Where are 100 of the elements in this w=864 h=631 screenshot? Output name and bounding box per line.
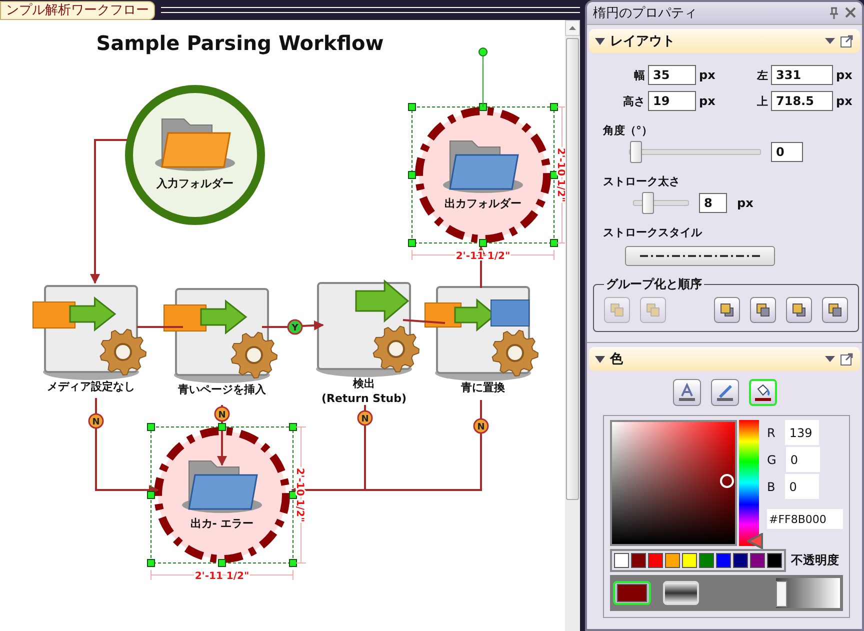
- input-field[interactable]: 331: [771, 65, 833, 85]
- color-target-button[interactable]: [748, 379, 776, 406]
- layers-icon: [827, 302, 843, 318]
- paint-bucket-icon: [752, 382, 772, 402]
- dropdown-icon[interactable]: [825, 356, 835, 362]
- document-tab[interactable]: ンプル解析ワークフロー: [0, 0, 155, 20]
- branch-badge: N: [88, 413, 104, 429]
- slider-thumb[interactable]: [776, 581, 787, 607]
- pin-icon[interactable]: [829, 7, 839, 19]
- saturation-field[interactable]: [610, 420, 737, 546]
- color-swatch[interactable]: [716, 553, 731, 568]
- resize-handle[interactable]: [408, 239, 416, 247]
- resize-handle[interactable]: [550, 239, 558, 247]
- branch-badge: N: [473, 418, 489, 434]
- gradient-fill-button[interactable]: [663, 581, 699, 605]
- unit-label: px: [699, 94, 716, 108]
- angle-label: 角度（°）: [603, 123, 654, 138]
- resize-handle[interactable]: [479, 239, 487, 247]
- arrange-button[interactable]: [822, 297, 848, 323]
- folder-icon: [443, 140, 523, 193]
- resize-handle[interactable]: [289, 559, 297, 567]
- stroke-style-button[interactable]: [625, 246, 775, 266]
- rotate-handle[interactable]: [478, 48, 488, 108]
- stroke-width-label: ストローク太さ: [603, 174, 681, 189]
- scroll-thumb[interactable]: [566, 38, 579, 500]
- vertical-scrollbar[interactable]: [565, 20, 580, 631]
- resize-handle[interactable]: [550, 171, 558, 179]
- color-swatch[interactable]: [733, 553, 748, 568]
- color-swatch[interactable]: [750, 553, 765, 568]
- scroll-up-icon[interactable]: [569, 26, 576, 30]
- connector-line: [302, 320, 324, 330]
- slider-thumb[interactable]: [630, 141, 642, 163]
- process-node-drawing[interactable]: [424, 286, 539, 381]
- resize-handle[interactable]: [218, 559, 226, 567]
- color-swatch[interactable]: [648, 553, 663, 568]
- resize-handle[interactable]: [147, 559, 155, 567]
- collapse-icon[interactable]: [595, 36, 605, 46]
- resize-handle[interactable]: [479, 103, 487, 111]
- node-label: 入力フォルダー: [156, 177, 234, 190]
- color-marker[interactable]: [720, 474, 734, 488]
- panel-title: 楕円のプロパティ: [593, 5, 698, 22]
- resize-handle[interactable]: [289, 491, 297, 499]
- color-target-button[interactable]: [672, 379, 700, 406]
- width-dimension: 2'-11 1/2": [456, 251, 510, 262]
- process-node-drawing[interactable]: [316, 279, 420, 377]
- solid-fill-button[interactable]: [613, 581, 651, 605]
- height-dimension: 2'-10 1/2": [294, 468, 305, 522]
- section-header[interactable]: 色: [589, 347, 860, 371]
- arrange-button[interactable]: [786, 297, 812, 323]
- node-label: 検出: [353, 377, 375, 390]
- process-node-drawing[interactable]: [164, 288, 278, 383]
- resize-handle[interactable]: [147, 423, 155, 431]
- color-swatch[interactable]: [614, 553, 629, 568]
- branch-badge: Y: [287, 319, 303, 335]
- input-field[interactable]: 0: [786, 447, 820, 472]
- input-field[interactable]: 8: [699, 193, 727, 213]
- input-field[interactable]: 0: [785, 474, 820, 499]
- node-label: メディア設定なし: [47, 380, 135, 393]
- color-swatch[interactable]: [631, 553, 646, 568]
- connector-line: [137, 326, 183, 328]
- section-header[interactable]: レイアウト: [589, 29, 860, 53]
- collapse-icon[interactable]: [595, 354, 605, 364]
- unit-label: px: [699, 68, 716, 82]
- input-field[interactable]: 35: [648, 65, 696, 85]
- color-swatch[interactable]: [682, 553, 697, 568]
- color-swatch[interactable]: [767, 553, 782, 568]
- input-field[interactable]: 19: [648, 91, 696, 111]
- field-label: 幅: [633, 68, 645, 82]
- hex-field[interactable]: #FF8B000: [767, 509, 843, 529]
- input-field[interactable]: 0: [771, 142, 803, 162]
- process-node-drawing[interactable]: [32, 285, 147, 380]
- opacity-slider[interactable]: [776, 578, 840, 608]
- color-target-button[interactable]: [710, 379, 738, 406]
- popout-icon[interactable]: [840, 34, 854, 48]
- resize-handle[interactable]: [408, 103, 416, 111]
- input-field[interactable]: 718.5: [771, 91, 833, 111]
- layers-icon: [719, 302, 735, 318]
- resize-handle[interactable]: [289, 423, 297, 431]
- resize-handle[interactable]: [218, 423, 226, 431]
- hue-bar[interactable]: [739, 420, 759, 546]
- close-icon[interactable]: [845, 7, 856, 18]
- dropdown-icon[interactable]: [825, 38, 835, 44]
- stroke-style-label: ストロークスタイル: [603, 225, 703, 240]
- pen-icon: [714, 382, 734, 402]
- color-swatch[interactable]: [699, 553, 714, 568]
- resize-handle[interactable]: [408, 171, 416, 179]
- arrange-button[interactable]: [714, 297, 740, 323]
- slider-thumb[interactable]: [642, 192, 654, 214]
- node-label: 青いページを挿入: [178, 383, 266, 396]
- resize-handle[interactable]: [550, 103, 558, 111]
- arrange-button[interactable]: [750, 297, 776, 323]
- dash-pattern-icon: [640, 254, 760, 258]
- resize-handle[interactable]: [147, 491, 155, 499]
- connector-line: [217, 405, 227, 466]
- hue-marker[interactable]: [747, 533, 763, 549]
- popout-icon[interactable]: [840, 352, 854, 366]
- input-field[interactable]: 139: [785, 420, 820, 445]
- folder-icon: [182, 460, 262, 513]
- branch-badge: N: [214, 406, 230, 422]
- color-swatch[interactable]: [665, 553, 680, 568]
